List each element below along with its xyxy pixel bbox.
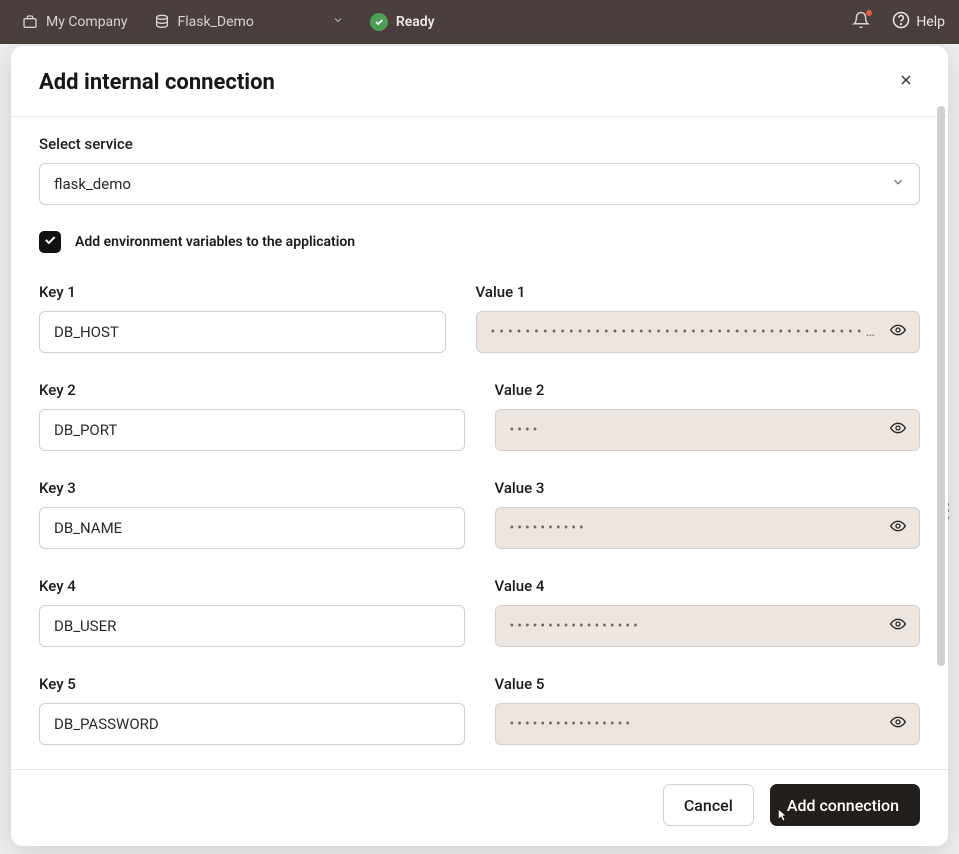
- service-select-value: flask_demo: [54, 175, 131, 193]
- modal-footer: Cancel Add connection: [11, 769, 948, 846]
- key-col: Key 4: [39, 577, 465, 647]
- help-button[interactable]: Help: [892, 11, 945, 33]
- value-col: Value 5 ••••••••••••••••: [495, 675, 921, 745]
- reveal-value-button[interactable]: [886, 418, 910, 442]
- key-input[interactable]: [39, 507, 465, 549]
- value-input[interactable]: ••••••••••••••••: [495, 703, 921, 745]
- cancel-button[interactable]: Cancel: [663, 784, 754, 826]
- add-env-vars-row: Add environment variables to the applica…: [39, 231, 920, 253]
- modal-title: Add internal connection: [39, 70, 275, 95]
- briefcase-icon: [22, 14, 38, 30]
- add-connection-button[interactable]: Add connection: [770, 784, 920, 826]
- value-label: Value 3: [495, 479, 921, 497]
- reveal-value-button[interactable]: [886, 712, 910, 736]
- bell-icon: [852, 17, 870, 33]
- help-icon: [892, 11, 910, 33]
- eye-icon: [890, 714, 906, 734]
- key-col: Key 5: [39, 675, 465, 745]
- key-input[interactable]: [39, 703, 465, 745]
- company-item[interactable]: My Company: [14, 10, 136, 34]
- env-var-pairs: Key 1 Value 1 ••••••••••••••••••••••••••…: [39, 283, 920, 745]
- help-label: Help: [916, 14, 945, 30]
- reveal-value-button[interactable]: [886, 516, 910, 540]
- modal-scrollbar[interactable]: [937, 106, 945, 666]
- topbar: My Company Flask_Demo Ready: [0, 0, 959, 44]
- chevron-down-icon: [332, 14, 344, 30]
- key-label: Key 2: [39, 381, 465, 399]
- value-masked-wrap: ••••••••••: [495, 507, 921, 549]
- project-label: Flask_Demo: [178, 14, 254, 30]
- add-env-vars-label: Add environment variables to the applica…: [75, 234, 355, 250]
- notifications-button[interactable]: [852, 11, 870, 33]
- value-input[interactable]: ••••••••••••••••••••••••••••••••••••••••…: [476, 311, 920, 353]
- value-input[interactable]: ••••••••••: [495, 507, 921, 549]
- project-item[interactable]: Flask_Demo: [146, 10, 352, 34]
- status-ready-icon: [370, 13, 388, 31]
- chevron-down-icon: [891, 175, 905, 193]
- select-service-label: Select service: [39, 135, 920, 153]
- topbar-left: My Company Flask_Demo Ready: [14, 9, 443, 35]
- reveal-value-button[interactable]: [886, 320, 910, 344]
- page-area: ⋮ Add internal connection Select service…: [0, 44, 959, 854]
- notification-dot-icon: [866, 10, 872, 16]
- key-label: Key 4: [39, 577, 465, 595]
- add-connection-label: Add connection: [787, 796, 899, 815]
- close-button[interactable]: [892, 68, 920, 96]
- env-var-row: Key 4 Value 4 •••••••••••••••••: [39, 577, 920, 647]
- key-input[interactable]: [39, 605, 465, 647]
- modal-body: Select service flask_demo Add environmen…: [11, 117, 948, 769]
- value-input[interactable]: •••••••••••••••••: [495, 605, 921, 647]
- env-var-row: Key 1 Value 1 ••••••••••••••••••••••••••…: [39, 283, 920, 353]
- value-masked-wrap: ••••: [495, 409, 921, 451]
- value-col: Value 3 ••••••••••: [495, 479, 921, 549]
- service-select[interactable]: flask_demo: [39, 163, 920, 205]
- add-env-vars-checkbox[interactable]: [39, 231, 61, 253]
- value-masked-wrap: ••••••••••••••••••••••••••••••••••••••••…: [476, 311, 920, 353]
- value-masked-wrap: •••••••••••••••••: [495, 605, 921, 647]
- value-label: Value 5: [495, 675, 921, 693]
- key-input[interactable]: [39, 409, 465, 451]
- eye-icon: [890, 420, 906, 440]
- value-input[interactable]: ••••: [495, 409, 921, 451]
- database-icon: [154, 14, 170, 30]
- eye-icon: [890, 616, 906, 636]
- key-col: Key 2: [39, 381, 465, 451]
- value-masked-wrap: ••••••••••••••••: [495, 703, 921, 745]
- modal-header: Add internal connection: [11, 46, 948, 117]
- key-label: Key 5: [39, 675, 465, 693]
- key-label: Key 3: [39, 479, 465, 497]
- value-label: Value 1: [476, 283, 920, 301]
- eye-icon: [890, 322, 906, 342]
- value-label: Value 2: [495, 381, 921, 399]
- topbar-right: Help: [852, 11, 945, 33]
- status-item: Ready: [362, 9, 443, 35]
- key-input[interactable]: [39, 311, 446, 353]
- reveal-value-button[interactable]: [886, 614, 910, 638]
- env-var-row: Key 5 Value 5 ••••••••••••••••: [39, 675, 920, 745]
- key-label: Key 1: [39, 283, 446, 301]
- company-label: My Company: [46, 14, 128, 30]
- value-col: Value 2 ••••: [495, 381, 921, 451]
- value-col: Value 1 ••••••••••••••••••••••••••••••••…: [476, 283, 920, 353]
- status-label: Ready: [396, 14, 435, 30]
- key-col: Key 1: [39, 283, 446, 353]
- close-icon: [898, 72, 914, 92]
- check-icon: [43, 233, 57, 251]
- env-var-row: Key 2 Value 2 ••••: [39, 381, 920, 451]
- env-var-row: Key 3 Value 3 ••••••••••: [39, 479, 920, 549]
- add-connection-modal: Add internal connection Select service f…: [11, 46, 948, 846]
- value-col: Value 4 •••••••••••••••••: [495, 577, 921, 647]
- eye-icon: [890, 518, 906, 538]
- value-label: Value 4: [495, 577, 921, 595]
- key-col: Key 3: [39, 479, 465, 549]
